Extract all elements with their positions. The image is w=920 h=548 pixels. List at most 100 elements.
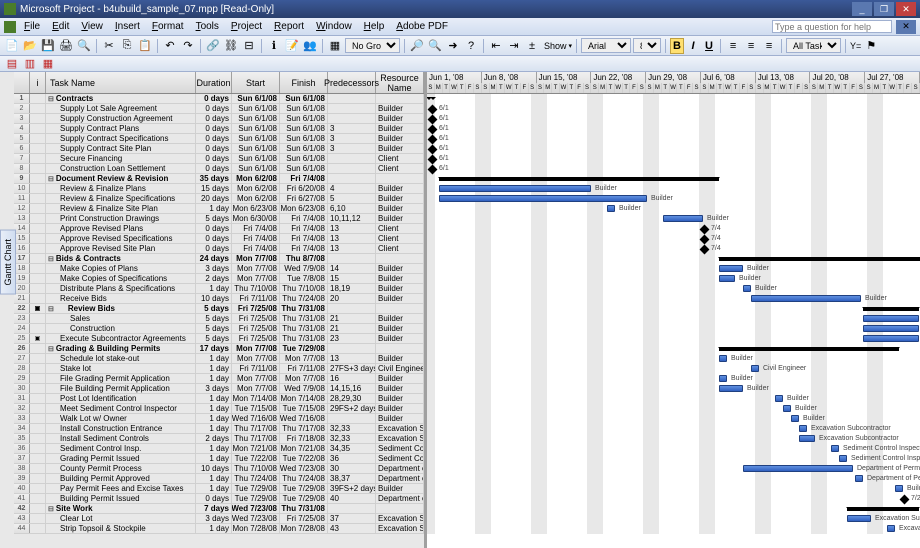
start-cell[interactable]: Fri 7/25/08 bbox=[232, 324, 280, 333]
res-cell[interactable]: Client bbox=[376, 224, 424, 233]
fin-cell[interactable]: Fri 7/11/08 bbox=[280, 364, 328, 373]
pred-cell[interactable]: 3 bbox=[328, 124, 376, 133]
pred-cell[interactable]: 3 bbox=[328, 144, 376, 153]
res-cell[interactable]: Builder bbox=[376, 194, 424, 203]
start-cell[interactable]: Fri 7/4/08 bbox=[232, 234, 280, 243]
help-icon[interactable]: ? bbox=[463, 38, 479, 54]
task-name-cell[interactable]: Approve Revised Plans bbox=[46, 224, 196, 233]
task-bar[interactable] bbox=[863, 325, 919, 332]
start-cell[interactable]: Mon 7/7/08 bbox=[232, 374, 280, 383]
task-bar[interactable] bbox=[839, 455, 847, 462]
fin-cell[interactable]: Fri 7/4/08 bbox=[280, 244, 328, 253]
pred-cell[interactable] bbox=[328, 344, 376, 353]
col-predecessors[interactable]: Predecessors bbox=[328, 72, 376, 93]
table-row[interactable]: 3Supply Construction Agreement0 daysSun … bbox=[14, 114, 424, 124]
dur-cell[interactable]: 20 days bbox=[196, 194, 232, 203]
collapse-icon[interactable]: ⊟ bbox=[48, 95, 54, 103]
res-cell[interactable]: Builder bbox=[376, 334, 424, 343]
row-number[interactable]: 24 bbox=[14, 324, 30, 333]
pred-cell[interactable]: 3 bbox=[328, 134, 376, 143]
fin-cell[interactable]: Thu 7/31/08 bbox=[280, 324, 328, 333]
fin-cell[interactable]: Tue 7/29/08 bbox=[280, 494, 328, 503]
gantt-chart[interactable]: Jun 1, '08Jun 8, '08Jun 15, '08Jun 22, '… bbox=[427, 72, 920, 548]
task-bar[interactable] bbox=[663, 215, 703, 222]
table-row[interactable]: 32Meet Sediment Control Inspector1 dayTu… bbox=[14, 404, 424, 414]
dur-cell[interactable]: 7 days bbox=[196, 504, 232, 513]
zoomout-icon[interactable]: 🔍 bbox=[427, 38, 443, 54]
pred-cell[interactable]: 13 bbox=[328, 354, 376, 363]
table-row[interactable]: 14Approve Revised Plans0 daysFri 7/4/08F… bbox=[14, 224, 424, 234]
pred-cell[interactable]: 29FS+2 days,28 bbox=[328, 404, 376, 413]
fin-cell[interactable]: Tue 7/15/08 bbox=[280, 404, 328, 413]
start-cell[interactable]: Mon 6/2/08 bbox=[232, 174, 280, 183]
pred-cell[interactable] bbox=[328, 104, 376, 113]
task-name-cell[interactable]: Schedule lot stake-out bbox=[46, 354, 196, 363]
res-cell[interactable]: Client bbox=[376, 164, 424, 173]
table-row[interactable]: 9⊟Document Review & Revision35 daysMon 6… bbox=[14, 174, 424, 184]
task-name-cell[interactable]: Install Sediment Controls bbox=[46, 434, 196, 443]
task-name-cell[interactable]: File Grading Permit Application bbox=[46, 374, 196, 383]
align-center-icon[interactable]: ≡ bbox=[743, 38, 759, 54]
table-row[interactable]: 2Supply Lot Sale Agreement0 daysSun 6/1/… bbox=[14, 104, 424, 114]
table-row[interactable]: 24 Construction5 daysFri 7/25/08Thu 7/31/… bbox=[14, 324, 424, 334]
table-row[interactable]: 26⊟Grading & Building Permits17 daysMon … bbox=[14, 344, 424, 354]
row-number[interactable]: 3 bbox=[14, 114, 30, 123]
dur-cell[interactable]: 0 days bbox=[196, 164, 232, 173]
dur-cell[interactable]: 5 days bbox=[196, 324, 232, 333]
fin-cell[interactable]: Mon 7/7/08 bbox=[280, 354, 328, 363]
dur-cell[interactable]: 0 days bbox=[196, 144, 232, 153]
pred-cell[interactable]: 13 bbox=[328, 224, 376, 233]
row-number[interactable]: 29 bbox=[14, 374, 30, 383]
row-number[interactable]: 33 bbox=[14, 414, 30, 423]
row-number[interactable]: 5 bbox=[14, 134, 30, 143]
dur-cell[interactable]: 1 day bbox=[196, 474, 232, 483]
table-row[interactable]: 28Stake lot1 dayFri 7/11/08Fri 7/11/0827… bbox=[14, 364, 424, 374]
copy-icon[interactable]: ⎘ bbox=[119, 38, 135, 54]
task-name-cell[interactable]: Grading Permit Issued bbox=[46, 454, 196, 463]
row-number[interactable]: 19 bbox=[14, 274, 30, 283]
res-cell[interactable]: Civil Engineer bbox=[376, 364, 424, 373]
pred-cell[interactable]: 21 bbox=[328, 324, 376, 333]
res-cell[interactable]: Builder bbox=[376, 104, 424, 113]
table-row[interactable]: 33Walk Lot w/ Owner1 dayWed 7/16/08Wed 7… bbox=[14, 414, 424, 424]
table-row[interactable]: 27Schedule lot stake-out1 dayMon 7/7/08M… bbox=[14, 354, 424, 364]
task-name-cell[interactable]: Receive Bids bbox=[46, 294, 196, 303]
pred-cell[interactable]: 28,29,30 bbox=[328, 394, 376, 403]
collapse-icon[interactable]: ⊟ bbox=[48, 175, 54, 183]
table-row[interactable]: 13Print Construction Drawings5 daysMon 6… bbox=[14, 214, 424, 224]
row-number[interactable]: 14 bbox=[14, 224, 30, 233]
fin-cell[interactable]: Mon 7/21/08 bbox=[280, 444, 328, 453]
res-cell[interactable]: Excavation Sub bbox=[376, 424, 424, 433]
start-cell[interactable]: Fri 7/11/08 bbox=[232, 364, 280, 373]
dur-cell[interactable]: 1 day bbox=[196, 394, 232, 403]
dur-cell[interactable]: 2 days bbox=[196, 434, 232, 443]
col-taskname[interactable]: Task Name bbox=[46, 72, 196, 93]
task-bar[interactable] bbox=[847, 515, 871, 522]
table-row[interactable]: 4Supply Contract Plans0 daysSun 6/1/08Su… bbox=[14, 124, 424, 134]
res-cell[interactable]: Builder bbox=[376, 484, 424, 493]
col-indicator[interactable]: i bbox=[30, 72, 46, 93]
fin-cell[interactable]: Mon 7/28/08 bbox=[280, 524, 328, 533]
row-number[interactable]: 43 bbox=[14, 514, 30, 523]
task-name-cell[interactable]: Construction bbox=[46, 324, 196, 333]
row-number[interactable]: 1 bbox=[14, 94, 30, 103]
task-name-cell[interactable]: Supply Lot Sale Agreement bbox=[46, 104, 196, 113]
row-number[interactable]: 2 bbox=[14, 104, 30, 113]
fin-cell[interactable]: Thu 7/10/08 bbox=[280, 284, 328, 293]
pred-cell[interactable]: 21 bbox=[328, 314, 376, 323]
start-cell[interactable]: Mon 7/7/08 bbox=[232, 384, 280, 393]
res-cell[interactable] bbox=[376, 94, 424, 103]
start-cell[interactable]: Sun 6/1/08 bbox=[232, 164, 280, 173]
start-cell[interactable]: Mon 6/23/08 bbox=[232, 204, 280, 213]
row-number[interactable]: 12 bbox=[14, 204, 30, 213]
undo-icon[interactable]: ↶ bbox=[162, 38, 178, 54]
pred-cell[interactable]: 32,33 bbox=[328, 424, 376, 433]
show-label[interactable]: Show bbox=[544, 41, 567, 51]
task-name-cell[interactable]: Supply Contract Specifications bbox=[46, 134, 196, 143]
start-cell[interactable]: Mon 7/7/08 bbox=[232, 274, 280, 283]
row-number[interactable]: 36 bbox=[14, 444, 30, 453]
row-number[interactable]: 31 bbox=[14, 394, 30, 403]
indent-icon[interactable]: ⇥ bbox=[506, 38, 522, 54]
task-bar[interactable] bbox=[895, 485, 903, 492]
pred-cell[interactable] bbox=[328, 94, 376, 103]
